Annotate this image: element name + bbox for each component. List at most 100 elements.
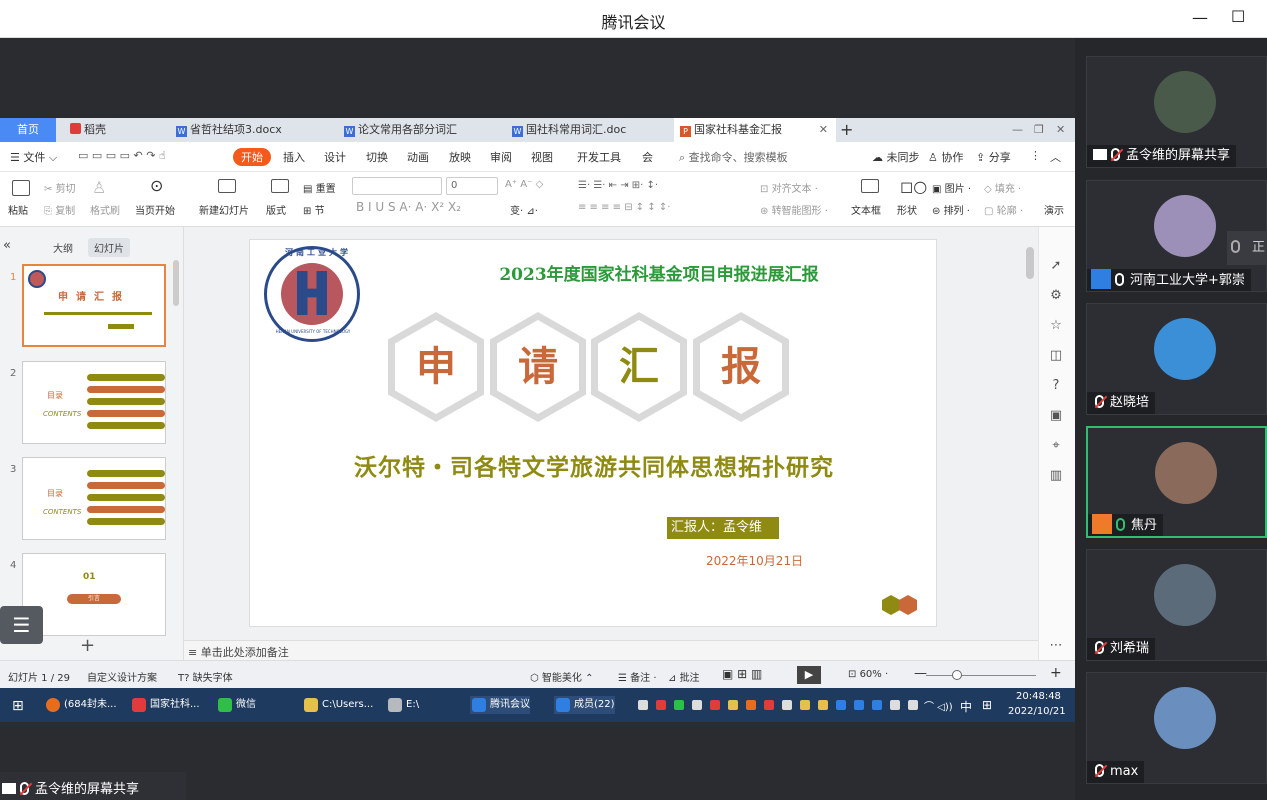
tray-icon[interactable] — [638, 700, 648, 710]
taskbar-wechat[interactable]: 微信 — [216, 696, 256, 714]
font-size-field[interactable]: 0 — [446, 177, 498, 195]
paragraph-align-buttons[interactable]: ≡ ≡ ≡ ≡ ⊟ ↕ ↕ ↕· — [578, 202, 670, 213]
tab-animation[interactable]: 动画 — [407, 149, 429, 165]
zoom-slider[interactable] — [926, 675, 1036, 676]
quick-access-icons[interactable]: ▭ ▭ ▭ ▭ ↶ ↷ ☝ — [78, 149, 166, 162]
tray-icon[interactable] — [674, 700, 684, 710]
participant-tile[interactable]: max — [1086, 672, 1267, 784]
add-slide-button[interactable]: + — [80, 635, 95, 656]
zoom-level[interactable]: ⊡ 60% · — [848, 669, 888, 680]
paste-button[interactable]: 粘贴 — [8, 202, 28, 217]
taskbar-wps[interactable]: 国家社科... — [130, 696, 200, 714]
tab-outline[interactable]: 大纲 — [53, 240, 73, 255]
play-slideshow-button[interactable]: ▶ — [797, 666, 821, 684]
smart-beautify[interactable]: ⬡ 智能美化 ⌃ — [530, 669, 593, 684]
search-command[interactable]: ⌕ 查找命令、搜索模板 — [679, 149, 788, 165]
taskbar-explorer-e[interactable]: E:\ — [386, 696, 419, 714]
image-icon[interactable]: ▣ — [1049, 409, 1063, 423]
minimize-button[interactable]: — — [1192, 8, 1208, 27]
tab-slideshow[interactable]: 放映 — [449, 149, 471, 165]
tab-doc-2[interactable]: W 论文常用各部分词汇 — [338, 118, 500, 142]
screen-share-indicator[interactable]: 孟令维的屏幕共享 — [0, 772, 186, 800]
picture-button[interactable]: ▣ 图片 · — [932, 180, 971, 195]
slide-thumbnail-3[interactable]: 目录 CONTENTS — [22, 457, 166, 540]
window-close-icon[interactable]: ✕ — [1056, 118, 1070, 142]
book-icon[interactable]: ▥ — [1049, 469, 1063, 483]
panel-scrollbar[interactable] — [173, 260, 179, 306]
taskbar-tencent-meeting[interactable]: 腾讯会议 — [470, 696, 530, 714]
slide-thumbnail-4[interactable]: 01 引言 — [22, 553, 166, 636]
help-icon[interactable]: ? — [1049, 379, 1063, 393]
sync-status[interactable]: ☁ 未同步 — [872, 149, 920, 165]
location-icon[interactable]: ⌖ — [1049, 439, 1063, 453]
canvas-scrollbar[interactable] — [1026, 247, 1034, 279]
ime-indicator[interactable]: 中 — [960, 698, 972, 715]
tray-icon[interactable] — [908, 700, 918, 710]
font-size-adjust[interactable]: A⁺ A⁻ ◇ — [505, 179, 543, 190]
participant-tile-active[interactable]: 焦丹 — [1086, 426, 1267, 538]
tab-doc-1[interactable]: W 省哲社结项3.docx — [170, 118, 332, 142]
tab-start[interactable]: 开始 — [233, 148, 271, 166]
presenter-button[interactable]: 演示 — [1044, 202, 1064, 217]
tray-icon[interactable] — [656, 700, 666, 710]
text-effect-button[interactable]: 变· ⊿· — [510, 202, 538, 217]
tray-icon[interactable] — [782, 700, 792, 710]
notes-toggle[interactable]: ☰ 备注 · — [618, 669, 657, 684]
textbox-button[interactable]: 文本框 — [851, 202, 881, 217]
tray-icon[interactable] — [692, 700, 702, 710]
zoom-out-button[interactable]: — — [914, 666, 927, 681]
tray-icon[interactable] — [800, 700, 810, 710]
collab-button[interactable]: ♙ 协作 — [928, 149, 963, 165]
font-style-buttons[interactable]: B I U S A· A· X² X₂ — [356, 200, 461, 214]
rocket-icon[interactable]: ➚ — [1049, 259, 1063, 273]
collapse-panel-icon[interactable]: « — [3, 238, 11, 253]
font-name-field[interactable] — [352, 177, 442, 195]
network-volume-icons[interactable]: ⌒ ◁)) — [924, 698, 953, 713]
zoom-slider-thumb[interactable] — [952, 670, 962, 680]
align-text-button[interactable]: ⊡ 对齐文本 · — [760, 180, 818, 195]
participant-tile[interactable]: 正 河南工业大学+郭崇 — [1086, 180, 1267, 292]
keyboard-icon[interactable]: ⊞ — [982, 698, 992, 712]
comment-toggle[interactable]: ⊿ 批注 — [668, 669, 700, 684]
tab-view[interactable]: 视图 — [531, 149, 553, 165]
tab-transition[interactable]: 切换 — [366, 149, 388, 165]
close-tab-icon[interactable]: ✕ — [819, 118, 828, 142]
tab-insert[interactable]: 插入 — [283, 149, 305, 165]
shape-button[interactable]: 形状 — [897, 202, 917, 217]
tab-developer[interactable]: 开发工具 — [577, 149, 621, 165]
outline-button[interactable]: ▢ 轮廓 · — [984, 202, 1023, 217]
slide-thumbnail-1[interactable]: 申请汇报 — [22, 264, 166, 347]
play-from-current-button[interactable]: 当页开始 — [135, 202, 175, 217]
tab-more[interactable]: 会 — [642, 149, 653, 165]
window-restore-icon[interactable]: ❐ — [1034, 118, 1048, 142]
floating-menu-button[interactable]: ☰ — [0, 606, 43, 644]
cut-button[interactable]: ✂ 剪切 — [44, 180, 76, 195]
tab-home[interactable]: 首页 — [0, 118, 56, 142]
slide-thumbnail-2[interactable]: 目录 CONTENTS — [22, 361, 166, 444]
tab-docer[interactable]: 稻壳 — [64, 118, 164, 142]
settings-sliders-icon[interactable]: ⚙ — [1049, 289, 1063, 303]
tray-icon[interactable] — [854, 700, 864, 710]
tray-icon[interactable] — [728, 700, 738, 710]
participant-tile[interactable]: 孟令维的屏幕共享 — [1086, 56, 1267, 168]
participant-tile[interactable]: 赵晓培 — [1086, 303, 1267, 415]
new-tab-button[interactable]: + — [840, 118, 856, 142]
tray-icon[interactable] — [710, 700, 720, 710]
missing-font[interactable]: T? 缺失字体 — [178, 669, 233, 684]
notes-pane[interactable]: ≡ 单击此处添加备注 — [184, 640, 1038, 660]
section-button[interactable]: ⊞ 节 — [303, 202, 325, 217]
slide[interactable]: 河南工业大学 HENAN UNIVERSITY OF TECHNOLOGY 20… — [249, 239, 937, 627]
tab-doc-3[interactable]: W 国社科常用词汇.doc — [506, 118, 668, 142]
copy-button[interactable]: ⎘ 复制 — [44, 202, 75, 217]
notes-placeholder[interactable]: ≡ 单击此处添加备注 — [188, 644, 289, 660]
window-minimize-icon[interactable]: — — [1012, 118, 1026, 142]
share-button[interactable]: ⇪ 分享 — [976, 149, 1011, 165]
reset-button[interactable]: ▤ 重置 — [303, 180, 336, 195]
new-slide-button[interactable]: 新建幻灯片 — [199, 202, 249, 217]
more-icon[interactable]: ⋯ — [1049, 639, 1063, 653]
tray-icon[interactable] — [836, 700, 846, 710]
collapse-ribbon-icon[interactable]: ︿ — [1050, 149, 1061, 165]
maximize-button[interactable]: ☐ — [1231, 7, 1245, 26]
windows-start-icon[interactable]: ⊞ — [12, 698, 24, 714]
taskbar-members[interactable]: 成员(22) — [554, 696, 615, 714]
